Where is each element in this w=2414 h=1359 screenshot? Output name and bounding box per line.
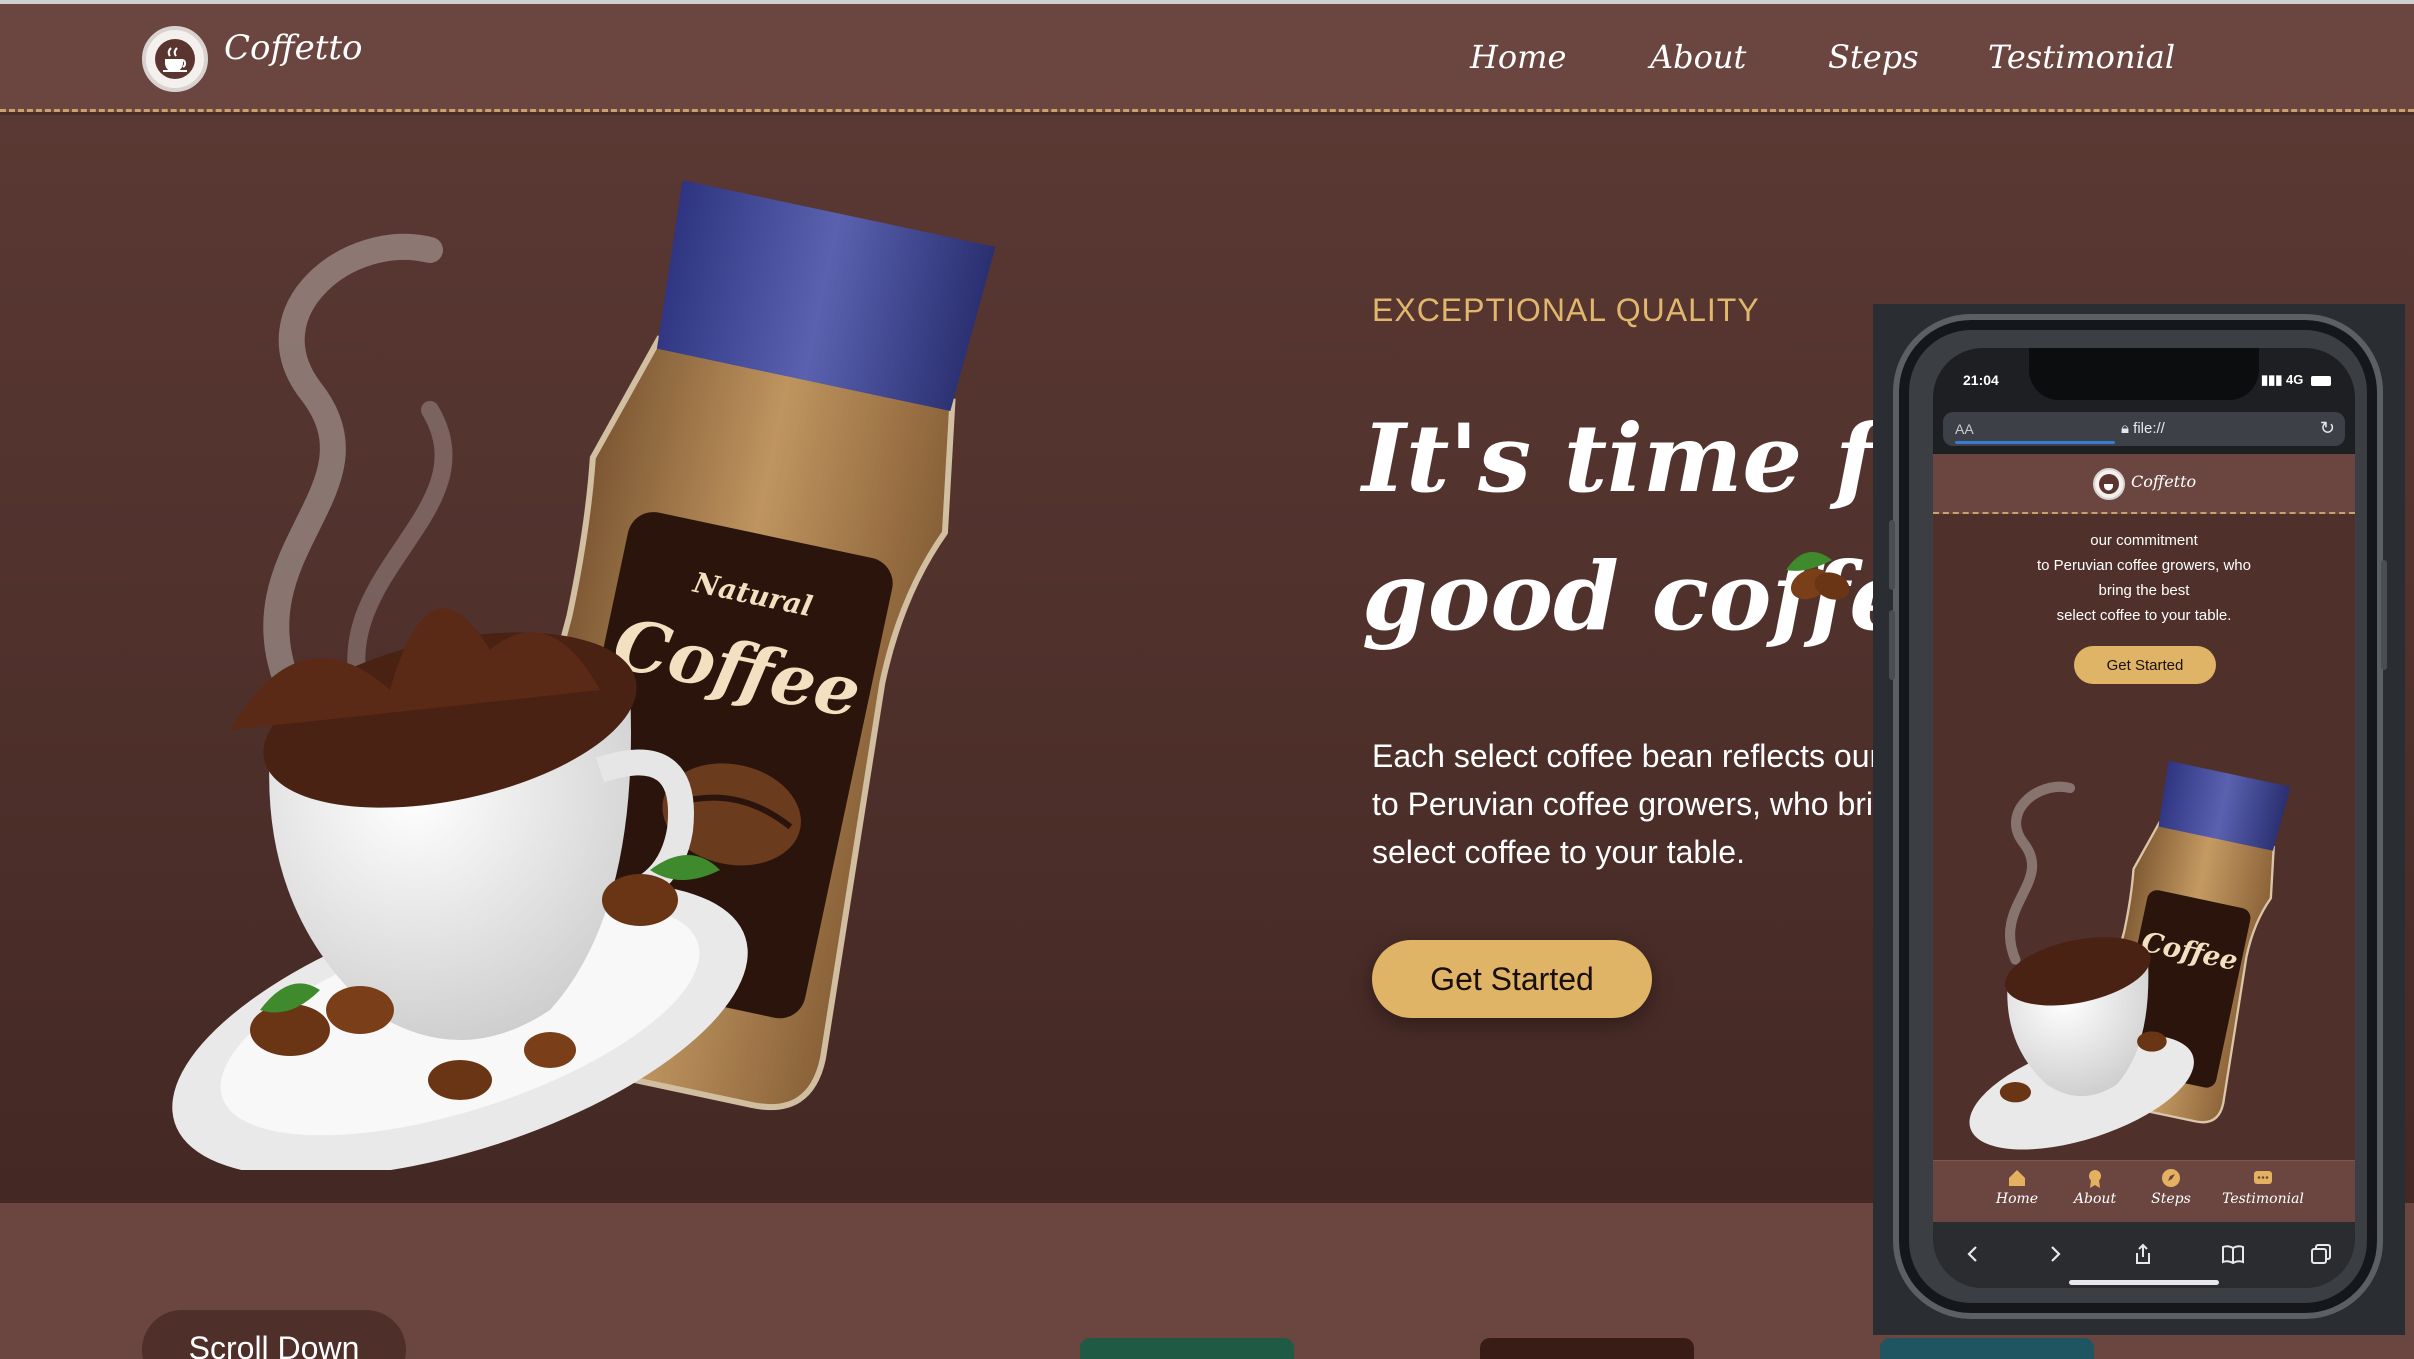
battery-icon [2311,375,2331,386]
mobile-tab-label: Steps [2151,1191,2191,1207]
mobile-description-line: bring the best [2098,582,2190,599]
mobile-logo-cup-icon[interactable] [2093,468,2125,500]
reader-aa-button[interactable]: AA [1955,421,1974,437]
url-value: file:// [2133,420,2165,437]
nav-steps[interactable]: Steps [1828,38,1919,76]
hero-description-line-3: select coffee to your table. [1372,834,1745,870]
product-card-peek [1080,1338,1294,1359]
get-started-button[interactable]: Get Started [1372,940,1652,1018]
mobile-get-started-button[interactable]: Get Started [2074,646,2216,684]
coffee-beans-icon [1786,552,1850,600]
bookmarks-icon[interactable] [2215,1236,2251,1272]
phone-screen: 21:04 ▮▮▮ 4G AA 🔒︎ file:// ↻ Coffetto ou… [1933,348,2355,1288]
nav-about[interactable]: About [1650,38,1746,76]
signal-icon: ▮▮▮ [2260,372,2287,387]
brand-name[interactable]: Coffetto [224,28,363,68]
phone-frame: 21:04 ▮▮▮ 4G AA 🔒︎ file:// ↻ Coffetto ou… [1889,314,2387,1319]
mobile-description-line: select coffee to your table. [2056,607,2232,624]
mobile-description: our commitment to Peruvian coffee grower… [1933,528,2355,628]
network-label: 4G [2286,372,2304,387]
mobile-preview-panel: 21:04 ▮▮▮ 4G AA 🔒︎ file:// ↻ Coffetto ou… [1873,304,2405,1335]
browser-toolbar [1933,1222,2355,1288]
compass-icon [2162,1169,2180,1187]
chat-icon [2254,1171,2272,1184]
mobile-description-line: to Peruvian coffee growers, who [2036,557,2251,574]
power-button [2381,560,2387,670]
mobile-brand-name[interactable]: Coffetto [2131,472,2196,491]
hero-description: Each select coffee bean reflects our to … [1372,732,1881,876]
phone-notch [2029,348,2259,400]
home-icon [2009,1170,2025,1186]
mobile-tab-label: Testimonial [2222,1191,2304,1207]
hero-description-line-2: to Peruvian coffee growers, who bri [1372,786,1873,822]
reload-icon[interactable]: ↻ [2320,418,2335,439]
mobile-header: Coffetto [1933,454,2355,514]
site-header: Coffetto Home About Steps Testimonial [0,4,2414,112]
url-text: 🔒︎ file:// [2121,420,2165,437]
mobile-tab-testimonial[interactable]: Testimonial [2213,1167,2313,1207]
volume-button [1889,520,1895,590]
mobile-tab-steps[interactable]: Steps [2121,1167,2221,1207]
mobile-page: Coffetto our commitment to Peruvian coff… [1933,454,2355,1160]
back-icon[interactable] [1955,1236,1991,1272]
forward-icon[interactable] [2037,1236,2073,1272]
browser-url-bar[interactable]: AA 🔒︎ file:// ↻ [1943,412,2345,446]
mobile-tab-bar: Home About Steps Testimonial [1933,1160,2355,1222]
mobile-coffee-illustration: Coffee [1969,760,2291,1150]
status-time: 21:04 [1963,372,1999,388]
hero-coffee-illustration: Natural Coffee rabica [172,180,996,1170]
product-card-peek [1480,1338,1694,1359]
home-indicator [2069,1280,2219,1285]
nav-testimonial[interactable]: Testimonial [1988,38,2175,76]
nav-home[interactable]: Home [1470,38,1566,76]
page-load-progress [1955,441,2115,444]
scroll-down-button[interactable]: Scroll Down [142,1310,406,1359]
volume-button [1889,610,1895,680]
award-icon [2089,1170,2101,1188]
tabs-icon[interactable] [2303,1236,2339,1272]
share-icon[interactable] [2125,1236,2161,1272]
product-card-peek [1880,1338,2094,1359]
hero-description-line-1: Each select coffee bean reflects our [1372,738,1881,774]
status-indicators: ▮▮▮ 4G [2261,372,2331,388]
mobile-description-line: our commitment [2090,532,2198,549]
lock-icon: 🔒︎ [2121,420,2134,437]
logo-cup-icon[interactable] [142,26,208,92]
hero-eyebrow: EXCEPTIONAL QUALITY [1372,292,1760,328]
